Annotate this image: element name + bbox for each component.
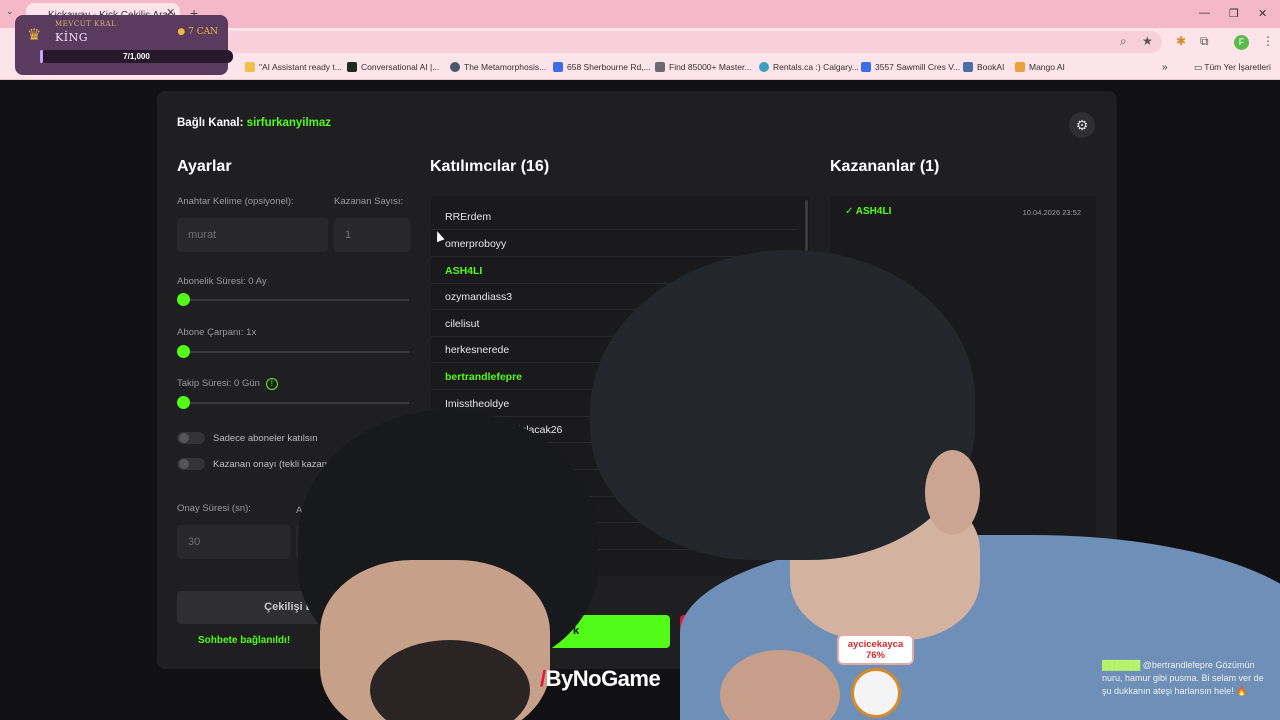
webcam-person-right-ear (925, 450, 980, 535)
bookmark-item[interactable]: 658 Sherbourne Rd,... (553, 62, 651, 72)
winners-count-input[interactable]: 1 (334, 218, 410, 252)
bookmark-label: Conversational AI |... (361, 62, 440, 72)
bookmark-label: 658 Sherbourne Rd,... (567, 62, 651, 72)
close-window-icon[interactable]: ✕ (1258, 7, 1267, 20)
info-icon[interactable]: ! (265, 378, 278, 390)
menu-icon[interactable]: ⋮ (1262, 34, 1274, 48)
bookmark-star-icon[interactable]: ★ (1142, 34, 1153, 48)
bookmark-favicon (963, 62, 973, 72)
current-king-overlay: ♛ MEVCUT KRAL KİNG ● 7 CAN 7/1,000 (15, 15, 233, 75)
king-lives: ● 7 CAN (177, 27, 218, 37)
winner-confirm-toggle[interactable] (177, 458, 205, 470)
participants-title: Katılımcılar (16) (430, 158, 550, 175)
vote-percent: 76% (865, 650, 885, 661)
bookmark-favicon (655, 62, 665, 72)
address-bar[interactable] (222, 31, 1162, 53)
winners-title: Kazananlar (1) (830, 158, 940, 175)
sub-multiplier-slider[interactable] (177, 345, 409, 358)
bookmark-item[interactable]: "AI Assistant ready t... (245, 62, 342, 72)
sub-duration-slider[interactable] (177, 293, 409, 306)
winner-name: ✓ ASH4LI (845, 206, 892, 217)
chat-username-blurred: ██████ (1102, 660, 1143, 670)
king-progress-bar: 7/1,000 (40, 50, 233, 63)
king-label: MEVCUT KRAL (55, 20, 117, 28)
confirm-time-label: Onay Süresi (sn): (177, 503, 251, 514)
bookmarks-overflow-icon[interactable]: » (1162, 62, 1168, 73)
chat-overlay: ██████ @bertrandlefepre Gözümün nuru, ha… (1102, 659, 1274, 698)
subs-only-label: Sadece aboneler katılsın (213, 433, 318, 444)
winners-count-label: Kazanan Sayısı: (334, 196, 404, 207)
bookmark-favicon (861, 62, 871, 72)
bookmark-label: Rentals.ca :) Calgary... (773, 62, 859, 72)
bookmark-favicon (759, 62, 769, 72)
bookmark-label: Find 85000+ Master... (669, 62, 752, 72)
king-name: KİNG (55, 31, 88, 44)
extensions-puzzle-icon[interactable]: ⧉ (1200, 34, 1209, 49)
keyword-label: Anahtar Kelime (opsiyonel): (177, 196, 294, 207)
confirm-time-input[interactable]: 30 (177, 525, 290, 559)
slider-knob[interactable] (177, 396, 190, 409)
folder-icon: ▭ (1194, 62, 1205, 72)
profile-avatar[interactable]: F (1234, 35, 1249, 50)
bookmark-favicon (1015, 62, 1025, 72)
connection-status: Sohbete bağlanıldı! (198, 635, 291, 646)
vote-user: aycicekayca (847, 639, 904, 650)
subs-only-toggle[interactable] (177, 432, 205, 444)
winner-row: ✓ ASH4LI 10.04.2026 23:52 (830, 196, 1096, 226)
bookmark-item[interactable]: BookAI (963, 62, 1004, 72)
bookmark-item[interactable]: Rentals.ca :) Calgary... (759, 62, 859, 72)
all-bookmarks[interactable]: ▭ Tüm Yer İşaretleri (1194, 62, 1271, 73)
bookmark-favicon (245, 62, 255, 72)
bookmark-favicon (347, 62, 357, 72)
bookmark-favicon (450, 62, 460, 72)
extension-icon[interactable]: ✱ (1176, 34, 1186, 48)
bookmark-label: The Metamorphosis... (464, 62, 547, 72)
king-progress-text: 7/1,000 (123, 52, 150, 61)
keyword-input[interactable]: murat (177, 218, 328, 252)
zoom-icon[interactable]: ⌕ (1120, 34, 1127, 49)
bookmark-item[interactable]: The Metamorphosis... (450, 62, 546, 72)
king-lives-value: 7 CAN (188, 27, 218, 37)
football-icon (851, 668, 901, 718)
restore-icon[interactable]: ❐ (1229, 7, 1239, 20)
connected-channel: Bağlı Kanal: sirfurkanyilmaz (177, 117, 331, 129)
follow-duration-row: Takip Süresi: 0 Gün! (177, 378, 278, 390)
bookmark-item[interactable]: Conversational AI |... (347, 62, 439, 72)
bynogame-text: ByNoGame (545, 666, 661, 691)
bookmark-label: BookAI (977, 62, 1005, 72)
minimize-icon[interactable]: — (1199, 7, 1210, 19)
bynogame-logo: /ByNoGame (540, 666, 661, 692)
slider-knob[interactable] (177, 345, 190, 358)
settings-title: Ayarlar (177, 158, 232, 175)
bookmark-label: 3557 Sawmill Cres V... (875, 62, 961, 72)
bookmark-item[interactable]: 3557 Sawmill Cres V... (861, 62, 960, 72)
follow-duration-label: Takip Süresi: 0 Gün (177, 378, 260, 389)
lives-dot-icon: ● (177, 27, 189, 37)
crown-icon: ♛ (27, 27, 42, 44)
participant-row: omerproboyy (431, 231, 797, 257)
participant-row: RRErdem (431, 204, 797, 230)
bookmark-item[interactable]: Mango AI (1015, 62, 1065, 72)
bookmark-label: Mango AI (1029, 62, 1065, 72)
vote-badge: aycicekayca 76% (837, 634, 914, 665)
channel-label: Bağlı Kanal: (177, 117, 244, 129)
bookmark-item[interactable]: Find 85000+ Master... (655, 62, 751, 72)
settings-gear-icon[interactable]: ⚙ (1069, 112, 1095, 138)
slider-knob[interactable] (177, 293, 190, 306)
tab-search-icon[interactable]: ⌄ (6, 6, 14, 17)
bookmark-favicon (553, 62, 563, 72)
bookmark-label: "AI Assistant ready t... (259, 62, 342, 72)
all-bookmarks-label: Tüm Yer İşaretleri (1204, 62, 1271, 72)
channel-name: sirfurkanyilmaz (246, 117, 332, 129)
winner-time: 10.04.2026 23:52 (1022, 208, 1081, 217)
sub-duration-label: Abonelik Süresi: 0 Ay (177, 276, 267, 287)
sub-multiplier-label: Abone Çarpanı: 1x (177, 327, 257, 338)
follow-duration-slider[interactable] (177, 396, 409, 409)
